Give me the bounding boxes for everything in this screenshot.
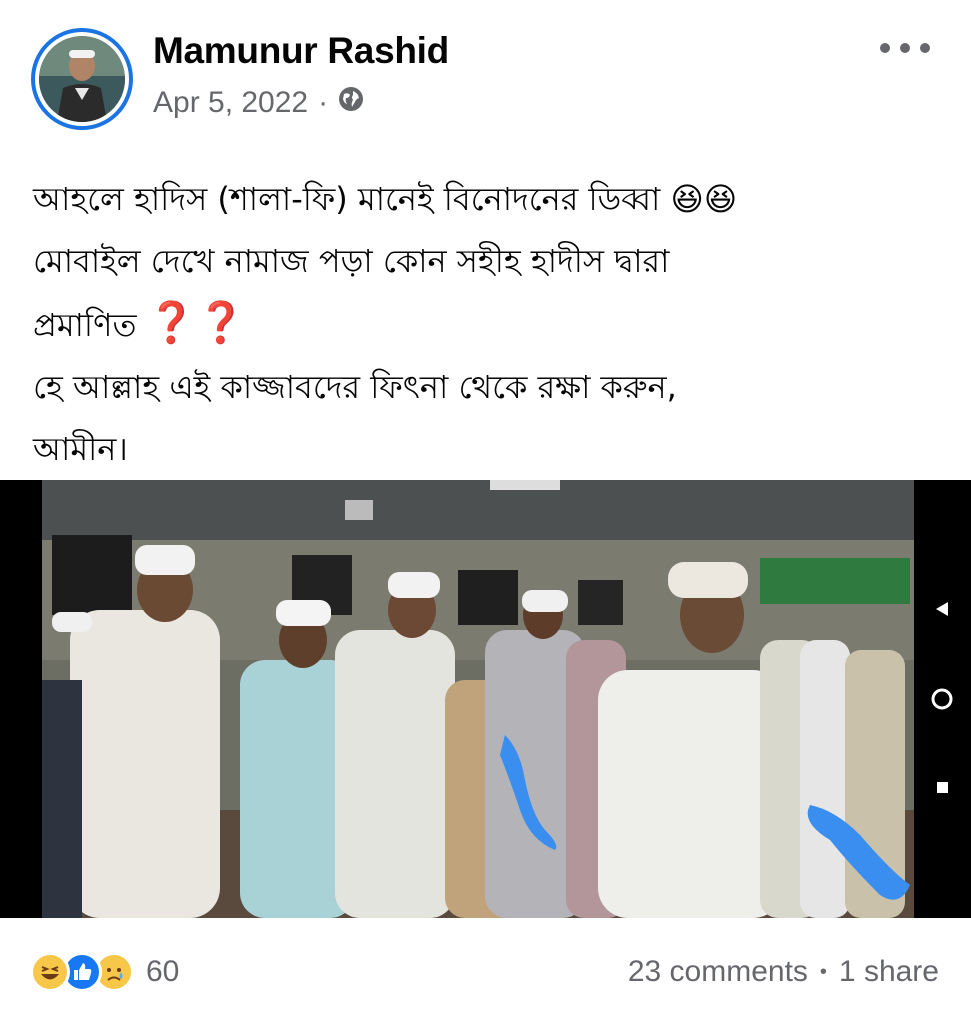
comments-link[interactable]: 23 comments — [628, 955, 808, 989]
post-line-4: হে আল্লাহ এই কাজ্জাবদের ফিৎনা থেকে রক্ষা… — [33, 368, 677, 406]
haha-reaction-icon — [30, 952, 70, 992]
post-date[interactable]: Apr 5, 2022 — [153, 86, 308, 120]
reactions-summary[interactable]: 60 — [30, 952, 179, 992]
more-dot — [900, 43, 910, 53]
more-options-icon[interactable] — [880, 38, 930, 58]
more-dot — [920, 43, 930, 53]
post-line-2: মোবাইল দেখে নামাজ পড়া কোন সহীহ হাদীস দ্… — [33, 242, 670, 280]
avatar[interactable] — [39, 36, 125, 122]
post-photo[interactable] — [0, 480, 971, 918]
stats-separator: • — [819, 960, 827, 983]
author-name[interactable]: Mamunur Rashid — [153, 30, 449, 72]
shares-link[interactable]: 1 share — [839, 955, 939, 989]
question-mark-icon: ❓❓ — [146, 301, 247, 345]
post-line-5: আমীন। — [33, 430, 128, 468]
globe-icon — [338, 86, 364, 120]
more-dot — [880, 43, 890, 53]
engagement-stats: 23 comments • 1 share — [628, 955, 939, 989]
post-text: আহলে হাদিস (শালা-ফি) মানেই বিনোদনের ডিব্… — [33, 168, 953, 480]
post-line-3: প্রমাণিত ❓❓ — [33, 301, 247, 345]
post-meta: Apr 5, 2022 · — [153, 86, 364, 120]
laughing-emoji-icon: 😆😆 — [670, 180, 738, 218]
post-line-1: আহলে হাদিস (শালা-ফি) মানেই বিনোদনের ডিব্… — [33, 180, 738, 218]
meta-separator: · — [318, 86, 329, 119]
reaction-count[interactable]: 60 — [146, 955, 179, 989]
avatar-photo — [39, 36, 125, 122]
